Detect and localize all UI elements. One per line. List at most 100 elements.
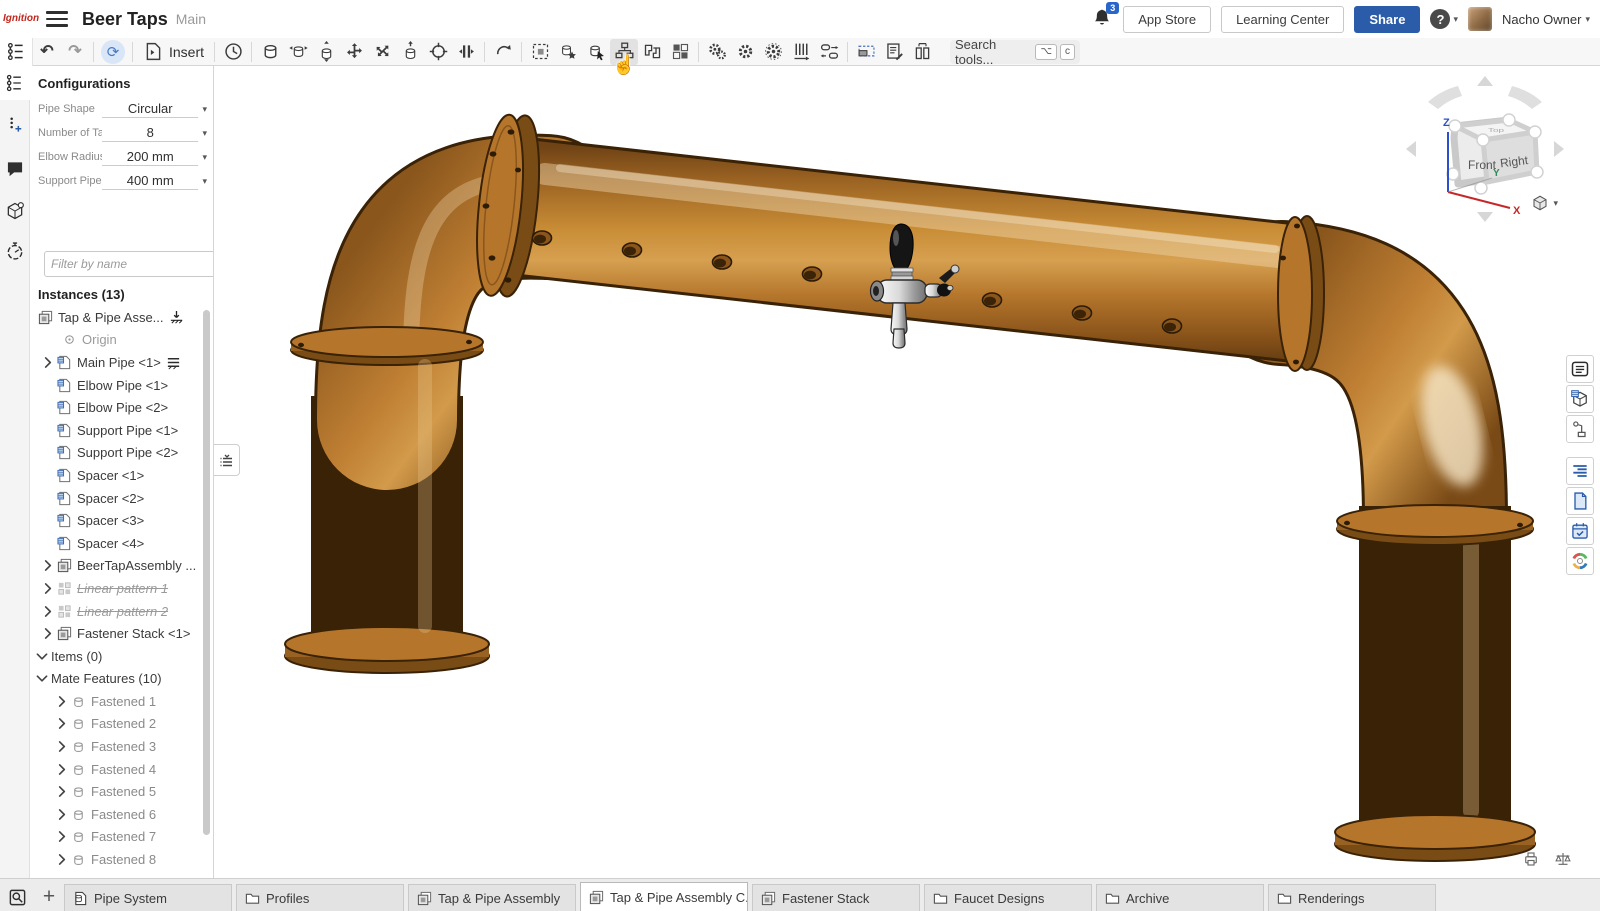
measure-button[interactable] — [908, 39, 936, 65]
tree-item-spacer-3[interactable]: Spacer <3> — [30, 509, 213, 532]
pin-slot-mate-button[interactable] — [424, 39, 452, 65]
tree-item-fastened-7[interactable]: Fastened 7 — [30, 826, 213, 849]
hamburger-menu-icon[interactable] — [46, 11, 68, 27]
tree-item-elbow-pipe-2[interactable]: Elbow Pipe <2> — [30, 396, 213, 419]
slider-mate-button[interactable] — [312, 39, 340, 65]
edit-in-context-button[interactable] — [582, 39, 610, 65]
filter-input[interactable] — [44, 251, 214, 277]
tree-item-fastened-2[interactable]: Fastened 2 — [30, 713, 213, 736]
tree-item-support-pipe-1[interactable]: Support Pipe <1> — [30, 419, 213, 442]
units-scale-icon[interactable] — [1554, 850, 1572, 868]
chevron-down-icon[interactable]: ▾ — [202, 152, 207, 163]
number-of-taps-select[interactable]: 8 — [102, 125, 198, 142]
help-menu[interactable]: ? ▾ — [1430, 9, 1458, 29]
favorites-button[interactable] — [554, 39, 582, 65]
feature-list-button[interactable] — [1566, 355, 1594, 383]
parts-cube-tab[interactable] — [0, 194, 30, 228]
insert-button[interactable]: Insert — [137, 41, 210, 62]
sprocket-button[interactable] — [759, 39, 787, 65]
chevron-right-icon[interactable] — [44, 357, 52, 368]
bom-button[interactable] — [880, 39, 908, 65]
configuration-cube-button[interactable] — [1566, 385, 1594, 413]
tree-item-spacer-2[interactable]: Spacer <2> — [30, 487, 213, 510]
tree-item-linear-pattern-2[interactable]: Linear pattern 2 — [30, 600, 213, 623]
tree-item-spacer-1[interactable]: Spacer <1> — [30, 464, 213, 487]
elbow-radius-select[interactable]: 200 mm — [102, 149, 198, 166]
tree-scrollbar[interactable] — [203, 310, 210, 835]
tree-section-mate-features[interactable]: Mate Features (10) — [30, 668, 213, 691]
gears-button[interactable] — [703, 39, 731, 65]
tree-item-fastened-1[interactable]: Fastened 1 — [30, 690, 213, 713]
section-view-button[interactable] — [852, 39, 880, 65]
transfer-button[interactable] — [638, 39, 666, 65]
undo-button[interactable]: ↶ — [33, 39, 61, 65]
chevron-right-icon[interactable] — [58, 718, 66, 729]
app-store-button[interactable]: App Store — [1123, 6, 1211, 33]
appearance-list-button[interactable] — [1566, 457, 1594, 485]
insert-item-tab[interactable] — [0, 108, 30, 142]
schedule-panel-button[interactable] — [1566, 517, 1594, 545]
share-button[interactable]: Share — [1354, 6, 1420, 33]
tree-section-items[interactable]: Items (0) — [30, 645, 213, 668]
fastened-mate-button[interactable] — [256, 39, 284, 65]
user-menu[interactable]: Nacho Owner ▾ — [1502, 12, 1590, 27]
comment-tab[interactable] — [0, 152, 30, 186]
tab-faucet-designs[interactable]: Faucet Designs — [924, 884, 1092, 911]
tree-item-fastened-4[interactable]: Fastened 4 — [30, 758, 213, 781]
tree-item-origin[interactable]: Origin — [30, 329, 213, 352]
pipe-shape-select[interactable]: Circular — [102, 101, 198, 118]
ignition-logo[interactable]: Ignition — [0, 14, 34, 24]
tab-tap-pipe-assembly[interactable]: Tap & Pipe Assembly — [408, 884, 576, 911]
revolute-mate-button[interactable] — [284, 39, 312, 65]
group-parts-button[interactable] — [610, 39, 638, 65]
3d-viewport[interactable]: Front Right Top Z X Y ▾ — [215, 66, 1600, 878]
tree-item-beertap-assembly[interactable]: BeerTapAssembly ... — [30, 555, 213, 578]
planar-mate-button[interactable] — [340, 39, 368, 65]
chevron-down-icon[interactable]: ▾ — [202, 128, 207, 139]
chevron-right-icon[interactable] — [44, 628, 52, 639]
chevron-right-icon[interactable] — [44, 583, 52, 594]
tree-item-fastener-stack[interactable]: Fastener Stack <1> — [30, 622, 213, 645]
notifications-bell-icon[interactable]: 3 — [1091, 7, 1113, 31]
select-parts-button[interactable] — [526, 39, 554, 65]
learning-center-button[interactable]: Learning Center — [1221, 6, 1344, 33]
pattern-button[interactable] — [666, 39, 694, 65]
export-icon[interactable] — [1522, 850, 1540, 868]
redo-button[interactable]: ↷ — [61, 39, 89, 65]
tree-item-main-pipe[interactable]: Main Pipe <1> — [30, 351, 213, 374]
add-tab-button[interactable]: + — [34, 883, 64, 911]
lifecycle-panel-button[interactable] — [1566, 547, 1594, 575]
tree-item-root-assembly[interactable]: Tap & Pipe Asse... — [30, 306, 213, 329]
derived-part-button[interactable] — [1566, 415, 1594, 443]
instance-tree-tab[interactable] — [0, 38, 33, 66]
linear-pattern-button[interactable] — [787, 39, 815, 65]
chevron-right-icon[interactable] — [58, 831, 66, 842]
tab-profiles[interactable]: Profiles — [236, 884, 404, 911]
user-avatar[interactable] — [1468, 7, 1492, 31]
help-icon[interactable]: ? — [1430, 9, 1450, 29]
history-button[interactable] — [219, 39, 247, 65]
tab-renderings[interactable]: Renderings — [1268, 884, 1436, 911]
chevron-down-icon[interactable]: ▾ — [202, 176, 207, 187]
tree-item-fastened-5[interactable]: Fastened 5 — [30, 780, 213, 803]
view-settings-button[interactable]: ▾ — [1531, 194, 1558, 212]
chevron-right-icon[interactable] — [44, 560, 52, 571]
cylindrical-mate-button[interactable] — [396, 39, 424, 65]
tree-item-fastened-6[interactable]: Fastened 6 — [30, 803, 213, 826]
tab-pipe-system[interactable]: Pipe System — [64, 884, 232, 911]
tree-item-spacer-4[interactable]: Spacer <4> — [30, 532, 213, 555]
chevron-right-icon[interactable] — [58, 809, 66, 820]
document-panel-button[interactable] — [1566, 487, 1594, 515]
timer-tab[interactable] — [0, 234, 30, 268]
chevron-right-icon[interactable] — [58, 764, 66, 775]
tree-item-linear-pattern-1[interactable]: Linear pattern 1 — [30, 577, 213, 600]
panel-collapse-handle[interactable] — [214, 444, 240, 476]
search-tools-input[interactable]: Search tools... ⌥ c — [950, 40, 1080, 64]
tab-archive[interactable]: Archive — [1096, 884, 1264, 911]
tree-item-fastened-8[interactable]: Fastened 8 — [30, 848, 213, 871]
chevron-down-icon[interactable]: ▾ — [202, 104, 207, 115]
beer-tap-assembly-model[interactable] — [215, 66, 1600, 878]
parallel-mate-button[interactable] — [452, 39, 480, 65]
chevron-right-icon[interactable] — [58, 696, 66, 707]
chevron-down-icon[interactable] — [37, 675, 48, 683]
